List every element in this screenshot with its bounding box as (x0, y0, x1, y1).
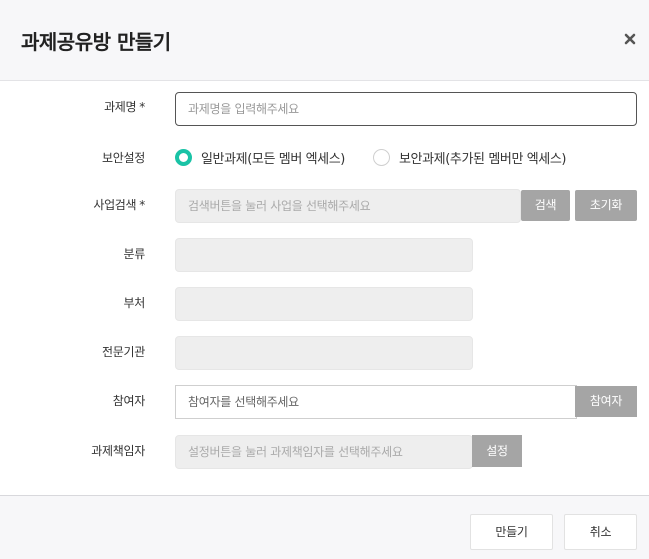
dialog-title: 과제공유방 만들기 (21, 30, 171, 54)
search-button[interactable]: 검색 (521, 190, 570, 221)
task-name-label-text: 과제명 (104, 100, 137, 114)
task-name-placeholder: 과제명을 입력해주세요 (188, 102, 299, 116)
create-task-room-dialog: 과제공유방 만들기 과제명 * 과제명을 입력해주세요 보안설정 일반과제(모든 … (0, 0, 649, 559)
agency-label: 전문기관 (102, 345, 145, 359)
category-label: 분류 (123, 247, 146, 261)
manager-label: 과제책임자 (91, 444, 145, 458)
participants-label: 참여자 (112, 394, 146, 408)
radio-general-task[interactable]: 일반과제(모든 멤버 엑세스) (175, 147, 345, 167)
cancel-button[interactable]: 취소 (564, 514, 637, 550)
radio-unchecked-icon (373, 148, 390, 166)
manager-placeholder: 설정버튼을 눌러 과제책임자를 선택해주세요 (188, 445, 403, 459)
radio-checked-icon (175, 148, 192, 166)
task-name-label: 과제명 * (104, 98, 145, 115)
agency-field (175, 336, 473, 370)
close-icon[interactable] (623, 32, 637, 46)
project-search-label: 사업검색 * (93, 196, 145, 213)
project-search-label-text: 사업검색 (93, 198, 137, 212)
radio-secure-task[interactable]: 보안과제(추가된 멤버만 엑세스) (373, 147, 566, 167)
required-mark: * (139, 198, 145, 212)
dialog-footer: 만들기 취소 (0, 495, 649, 559)
project-search-input: 검색버튼을 눌러 사업을 선택해주세요 (175, 189, 521, 223)
security-label: 보안설정 (102, 151, 145, 165)
reset-button[interactable]: 초기화 (575, 190, 637, 221)
participants-placeholder: 참여자를 선택해주세요 (188, 395, 299, 409)
dialog-header: 과제공유방 만들기 (0, 0, 649, 81)
create-button[interactable]: 만들기 (470, 514, 553, 550)
radio-secure-task-label: 보안과제(추가된 멤버만 엑세스) (399, 151, 567, 167)
category-field (175, 238, 473, 272)
dialog-body: 과제명 * 과제명을 입력해주세요 보안설정 일반과제(모든 멤버 엑세스) 보안… (0, 81, 649, 495)
radio-general-task-label: 일반과제(모든 멤버 엑세스) (201, 151, 345, 167)
manager-input: 설정버튼을 눌러 과제책임자를 선택해주세요 (175, 435, 473, 469)
department-label: 부처 (123, 296, 146, 310)
manager-set-button[interactable]: 설정 (472, 435, 522, 467)
project-search-placeholder: 검색버튼을 눌러 사업을 선택해주세요 (188, 199, 371, 213)
required-mark: * (139, 100, 145, 114)
department-field (175, 287, 473, 321)
participants-button[interactable]: 참여자 (575, 386, 637, 417)
participants-input[interactable]: 참여자를 선택해주세요 (175, 385, 577, 419)
task-name-input[interactable]: 과제명을 입력해주세요 (175, 92, 637, 126)
